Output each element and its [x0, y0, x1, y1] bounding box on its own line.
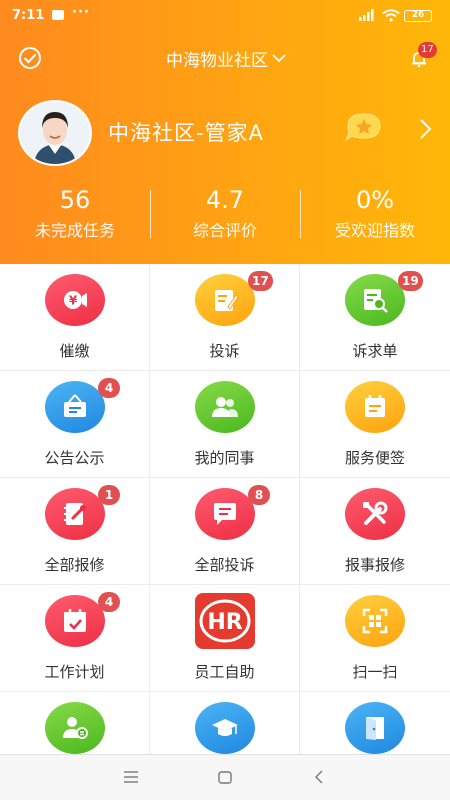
stat-value: 0%: [355, 186, 395, 214]
grid-item-label: 服务便签: [344, 449, 405, 467]
document-search-icon: [345, 274, 405, 326]
edit-note-icon: [195, 274, 255, 326]
home-icon[interactable]: [218, 771, 232, 784]
check-circle-icon[interactable]: [18, 46, 42, 70]
repair-notebook-icon: [45, 488, 105, 540]
count-badge: 4: [98, 592, 120, 612]
graduation-cap-icon: [195, 702, 255, 754]
colleagues-icon: [195, 381, 255, 433]
scan-icon: [345, 595, 405, 647]
count-badge: 4: [98, 378, 120, 398]
community-selector[interactable]: 中海物业社区: [166, 45, 286, 71]
profile-name: 中海社区-管家A: [108, 121, 264, 145]
battery-icon: 26: [404, 10, 432, 22]
grid-item-training[interactable]: [150, 692, 300, 754]
stat-value: 4.7: [205, 186, 245, 214]
count-badge: 19: [398, 271, 423, 291]
door-icon: [345, 702, 405, 754]
count-badge: 1: [98, 485, 120, 505]
grid-item-all-repairs[interactable]: 1 全部报修: [0, 478, 150, 585]
system-nav-bar: [0, 754, 450, 800]
grid-item-service-notes[interactable]: 服务便签: [300, 371, 450, 478]
notice-board-icon: [45, 381, 105, 433]
message-icon: [52, 10, 64, 20]
grid-item-label: 工作计划: [44, 663, 105, 681]
more-notifications-icon: ···: [72, 5, 90, 20]
grid-item-access[interactable]: [300, 692, 450, 754]
menu-icon[interactable]: [124, 771, 138, 783]
grid-item-scan[interactable]: 扫一扫: [300, 585, 450, 692]
grid-item-label: 全部报修: [44, 556, 105, 574]
wifi-icon: [382, 9, 400, 22]
stat-label: 综合评价: [192, 221, 257, 240]
grid-item-user-card[interactable]: [0, 692, 150, 754]
avatar-portrait-icon: [20, 102, 90, 164]
function-grid: ¥ 催缴 17 投诉 19 诉求单 4 公告公示 我的同事 服务便签 1 全部报…: [0, 264, 450, 754]
grid-item-complaint[interactable]: 17 投诉: [150, 264, 300, 371]
signal-icon: [359, 9, 374, 21]
grid-item-label: 我的同事: [194, 449, 255, 467]
user-card-icon: [45, 702, 105, 754]
avatar[interactable]: [18, 100, 92, 166]
grid-item-colleagues[interactable]: 我的同事: [150, 371, 300, 478]
grid-item-label: 诉求单: [352, 342, 398, 360]
grid-item-announcements[interactable]: 4 公告公示: [0, 371, 150, 478]
grid-item-label: 催缴: [59, 342, 90, 360]
grid-item-request-form[interactable]: 19 诉求单: [300, 264, 450, 371]
status-time: 7:11: [12, 8, 45, 23]
profile-row[interactable]: 中海社区-管家A: [0, 100, 450, 166]
chevron-right-icon[interactable]: [418, 118, 432, 140]
notifications-button[interactable]: 17: [408, 42, 438, 74]
grid-item-label: 员工自助: [194, 663, 255, 681]
count-badge: 17: [248, 271, 273, 291]
grid-item-employee-self-service[interactable]: HR 员工自助: [150, 585, 300, 692]
grid-item-label: 全部投诉: [194, 556, 255, 574]
chat-bubble-icon: [195, 488, 255, 540]
chevron-down-icon: [272, 54, 286, 63]
grid-item-payment-reminder[interactable]: ¥ 催缴: [0, 264, 150, 371]
grid-item-report-repair[interactable]: 报事报修: [300, 478, 450, 585]
grid-item-all-complaints[interactable]: 8 全部投诉: [150, 478, 300, 585]
star-badge-icon[interactable]: [342, 110, 384, 144]
grid-item-label: 报事报修: [344, 556, 405, 574]
stat-unfinished-tasks[interactable]: 56 未完成任务: [0, 182, 150, 252]
community-name: 中海物业社区: [166, 50, 268, 71]
memo-icon: [345, 381, 405, 433]
stat-label: 未完成任务: [34, 221, 115, 240]
back-icon[interactable]: [314, 770, 323, 784]
top-bar: 中海物业社区 17: [0, 40, 450, 76]
svg-text:HR: HR: [207, 610, 242, 635]
count-badge: 8: [248, 485, 270, 505]
calendar-check-icon: [45, 595, 105, 647]
status-bar: 7:11 ··· 26: [0, 0, 450, 32]
grid-item-label: 投诉: [209, 342, 240, 360]
grid-item-work-plan[interactable]: 4 工作计划: [0, 585, 150, 692]
tools-icon: [345, 488, 405, 540]
yuan-megaphone-icon: ¥: [45, 274, 105, 326]
grid-item-label: 公告公示: [44, 449, 105, 467]
stat-popularity-index[interactable]: 0% 受欢迎指数: [300, 182, 450, 252]
profile-header: 7:11 ··· 26 中海物业社区 17 中海社区-管家A 56 未完成任务 …: [0, 0, 450, 264]
stats-row: 56 未完成任务 4.7 综合评价 0% 受欢迎指数: [0, 182, 450, 252]
notification-badge: 17: [418, 42, 437, 58]
stat-label: 受欢迎指数: [334, 221, 415, 240]
hr-logo-icon: HR: [195, 593, 255, 649]
grid-item-label: 扫一扫: [352, 663, 398, 681]
svg-text:¥: ¥: [69, 294, 78, 308]
stat-value: 56: [59, 186, 91, 214]
stat-overall-rating[interactable]: 4.7 综合评价: [150, 182, 300, 252]
